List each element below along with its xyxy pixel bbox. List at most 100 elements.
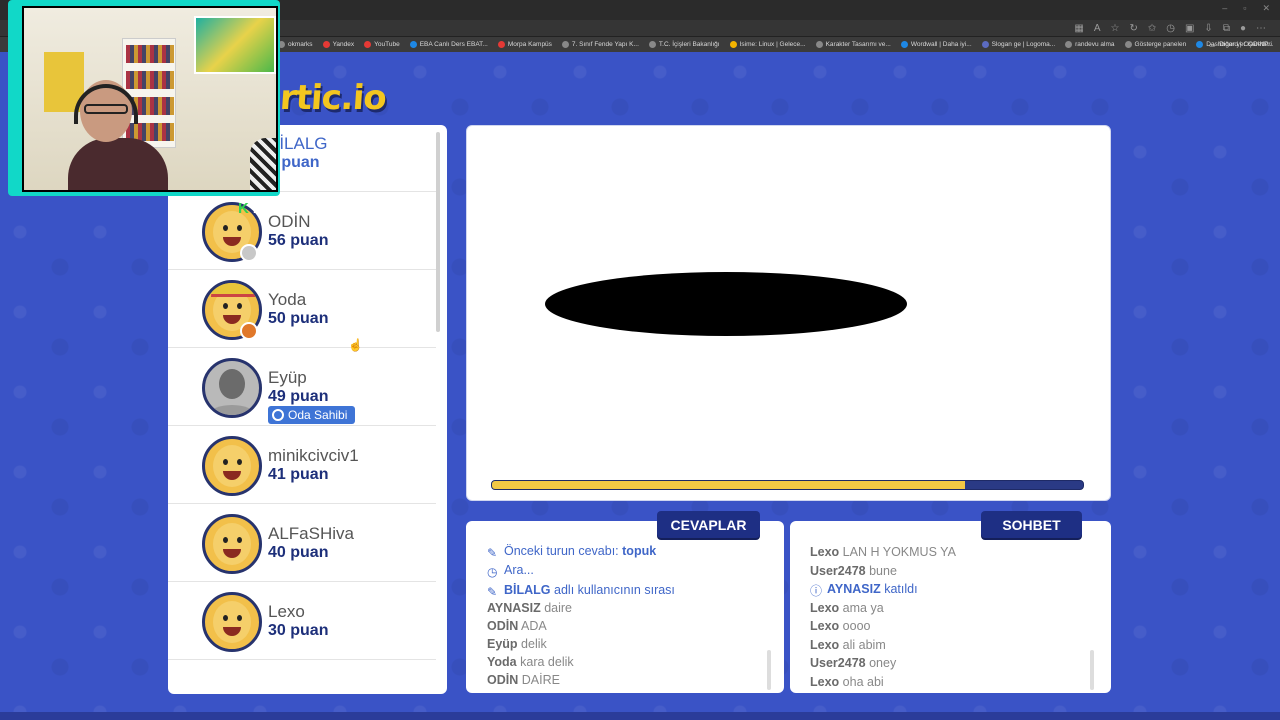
bookmark-item[interactable]: EBA Canlı Ders EBAT...: [407, 41, 491, 48]
maximize-icon[interactable]: ▫: [1243, 3, 1246, 14]
bookmark-item[interactable]: Yandex: [320, 41, 358, 48]
other-bookmarks[interactable]: ▭ Diğer yer işaretleri: [1209, 37, 1272, 52]
favorites-icon[interactable]: ✩: [1148, 22, 1156, 35]
chat-user: Lexo: [810, 637, 840, 652]
previous-answer: topuk: [622, 544, 657, 558]
round-timer-fill: [492, 481, 965, 489]
player-avatar: [202, 436, 262, 496]
bookmark-label: T.C. İçişleri Bakanlığı: [658, 41, 720, 48]
site-logo[interactable]: rtic.io: [279, 78, 388, 118]
webcam-overlay: [8, 0, 280, 196]
tab-answers[interactable]: CEVAPLAR: [657, 511, 760, 538]
bookmark-label: Morpa Kampüs: [507, 41, 552, 48]
bookmark-item[interactable]: Slogan ge | Logoma...: [979, 41, 1058, 48]
star-icon[interactable]: ☆: [1110, 22, 1119, 35]
chat-system-message: ⓘ AYNASIZ katıldı: [810, 582, 918, 597]
player-row[interactable]: ODİN 56 puan: [168, 192, 436, 270]
turn-line: ✎ BİLALG adlı kullanıcının sırası: [487, 583, 675, 598]
extensions-icon[interactable]: ⧉: [1223, 22, 1230, 35]
player-row[interactable]: Yoda 50 puan: [168, 270, 436, 348]
bookmark-item[interactable]: 7. Sınıf Fende Yapı K...: [559, 41, 642, 48]
other-bookmarks-label: Diğer yer işaretleri: [1219, 41, 1272, 48]
player-name: Yoda: [268, 290, 307, 309]
player-list-scrollbar[interactable]: [436, 132, 440, 332]
chat-text: ama ya: [842, 600, 884, 615]
grid-icon[interactable]: ▦: [1074, 22, 1083, 35]
translate-icon[interactable]: A: [1094, 22, 1101, 35]
round-timer: [491, 480, 1084, 490]
bookmark-favicon-icon: [648, 41, 656, 48]
guess-message: ODİN DAİRE: [487, 673, 560, 687]
menu-icon[interactable]: ⋯: [1256, 22, 1266, 35]
bookmark-item[interactable]: Isime: Linux | Gelece...: [727, 41, 809, 48]
guess-text: ADA: [521, 619, 547, 633]
player-status-dot: [240, 322, 258, 340]
player-row[interactable]: ALFaSHiva 40 puan: [168, 504, 436, 582]
bookmark-item[interactable]: Gösterge panelen: [1122, 41, 1190, 48]
tab-chat[interactable]: SOHBET: [981, 511, 1082, 538]
player-score: 50 puan: [268, 310, 329, 327]
bookmark-label: okmarks: [288, 41, 313, 48]
player-row[interactable]: Eyüp 49 puan Oda Sahibi: [168, 348, 436, 426]
chat-scrollbar[interactable]: [1090, 650, 1094, 690]
chat-user: AYNASIZ: [827, 582, 881, 596]
chat-message: Lexo ali abim: [810, 638, 886, 652]
player-name: Lexo: [268, 602, 305, 621]
bookmark-item[interactable]: T.C. İçişleri Bakanlığı: [646, 41, 723, 48]
clock-icon: ◷: [487, 565, 498, 579]
minimize-icon[interactable]: –: [1222, 3, 1227, 14]
player-row[interactable]: Lexo 30 puan: [168, 582, 436, 660]
page-bottom: [0, 712, 1280, 720]
player-name: Eyüp: [268, 368, 307, 387]
chat-text: oha abi: [842, 674, 884, 689]
bookmark-favicon-icon: [900, 41, 908, 48]
bookmark-label: YouTube: [374, 41, 400, 48]
bookmark-item[interactable]: Wordwall | Daha iyi...: [898, 41, 975, 48]
guess-user: Yoda: [487, 655, 517, 669]
answers-scrollbar[interactable]: [767, 650, 771, 690]
player-score: 49 puan: [268, 388, 329, 405]
bookmark-favicon-icon: [409, 41, 417, 48]
chat-message: User2478 bune: [810, 564, 897, 578]
guess-user: ODİN: [487, 673, 519, 687]
player-avatar: [202, 592, 262, 652]
chat-user: Lexo: [810, 545, 840, 559]
bookmark-label: Yandex: [332, 41, 355, 48]
player-name: ALFaSHiva: [268, 524, 354, 543]
refresh-icon[interactable]: ↻: [1129, 22, 1137, 35]
player-name: minikcivciv1: [268, 446, 359, 465]
player-level: K 18: [238, 200, 270, 217]
player-score: 56 puan: [268, 232, 329, 249]
guess-user: AYNASIZ: [487, 601, 541, 615]
guess-user: ODİN: [487, 619, 519, 633]
guess-text: kara delik: [520, 655, 574, 669]
room-owner-label: Oda Sahibi: [288, 408, 348, 422]
waiting-text: Ara...: [504, 563, 534, 577]
player-row[interactable]: minikcivciv1 41 puan: [168, 426, 436, 504]
chat-message: Lexo oha abi: [810, 675, 884, 689]
chat-text: LAN H YOKMUS YA: [842, 545, 956, 559]
profile-icon[interactable]: ●: [1240, 22, 1246, 35]
chat-text: oooo: [842, 619, 871, 633]
bookmark-item[interactable]: YouTube: [361, 41, 403, 48]
bookmark-item[interactable]: randevu alma: [1062, 41, 1117, 48]
player-list: BİLALG 3 puan ODİN 56 puan Yoda 50 puan Eyüp 49…: [168, 125, 447, 694]
guess-text: daire: [544, 601, 572, 615]
bookmark-label: Isime: Linux | Gelece...: [739, 41, 806, 48]
level-number: 18: [252, 200, 270, 217]
hand-cursor-icon: ☝: [348, 338, 363, 352]
close-icon[interactable]: ✕: [1262, 3, 1270, 14]
player-avatar: [202, 358, 262, 418]
bookmark-item[interactable]: Karakter Tasarımı ve...: [813, 41, 894, 48]
bookmark-item[interactable]: okmarks: [275, 41, 316, 48]
chat-user: User2478: [810, 656, 866, 670]
bookmark-item[interactable]: Morpa Kampüs: [495, 41, 555, 48]
player-name: ODİN: [268, 212, 311, 231]
downloads-icon[interactable]: ⇩: [1204, 22, 1212, 35]
bookmark-label: EBA Canlı Ders EBAT...: [419, 41, 488, 48]
bookmark-favicon-icon: [1124, 41, 1132, 48]
collections-icon[interactable]: ▣: [1185, 22, 1194, 35]
history-icon[interactable]: ◷: [1166, 22, 1175, 35]
bookmark-favicon-icon: [981, 41, 989, 48]
smile-icon: [272, 409, 284, 421]
